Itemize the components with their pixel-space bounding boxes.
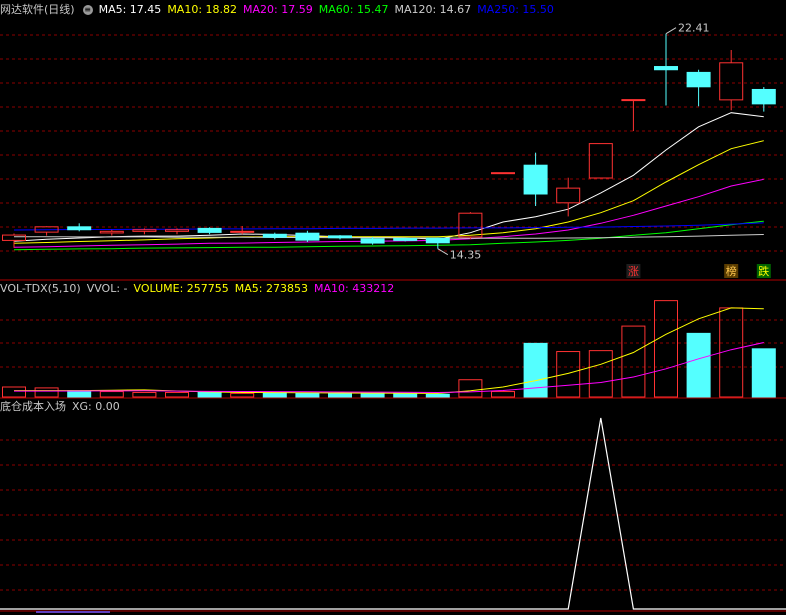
stock-chart[interactable]: 22.41 14.35 涨 榜 跌 — [0, 0, 786, 615]
high-price-label: 22.41 — [678, 22, 710, 35]
volume-legend: VVOL: - VOLUME: 257755 MA5: 273853 MA10: 43… — [87, 282, 401, 295]
ind-legend-xg: XG: 0.00 — [72, 400, 120, 413]
candle-body — [425, 237, 450, 244]
circle-menu-icon[interactable]: ≡ — [82, 5, 93, 15]
indicator-title[interactable]: 底仓成本入场 — [0, 400, 66, 413]
volume-bar — [686, 332, 711, 398]
vol-legend-ma10: MA10: 433212 — [314, 282, 395, 295]
candle-body — [686, 71, 711, 88]
legend-ma5: MA5: 17.45 — [98, 3, 162, 16]
candle-body — [197, 227, 222, 233]
vol-legend-vvol: VVOL: - — [86, 282, 128, 295]
signal-marker-text: 榜 — [726, 264, 737, 278]
xg-signal-line — [0, 417, 786, 610]
volume-bar — [67, 390, 92, 398]
candle-body — [99, 230, 124, 234]
ma-legend: MA5: 17.45 MA10: 18.82 MA20: 17.59 MA60: 15… — [99, 3, 560, 16]
volume-bar — [165, 391, 189, 398]
indicator-panel-header: 底仓成本入场 XG: 0.00 — [0, 399, 132, 415]
volume-ma5-line — [14, 307, 764, 394]
signal-marker-text: 涨 — [628, 265, 639, 278]
candle-body — [132, 229, 157, 232]
indicator-legend: XG: 0.00 — [72, 400, 126, 413]
legend-ma20: MA20: 17.59 — [243, 3, 313, 16]
candle-body — [230, 230, 255, 233]
price-panel-header: 网达软件(日线) ≡ MA5: 17.45 MA10: 18.82 MA20: 17.5… — [0, 2, 566, 18]
volume-bar — [34, 387, 59, 398]
candle-body — [458, 212, 483, 238]
high-pointer — [665, 27, 677, 35]
volume-bar — [425, 393, 450, 398]
volume-bar — [751, 348, 776, 398]
candle-body — [360, 238, 385, 244]
candle-body — [654, 66, 678, 71]
volume-bar — [458, 379, 483, 398]
candle-body — [262, 233, 287, 238]
candle-body — [523, 164, 548, 195]
volume-bar — [99, 391, 124, 398]
volume-bar — [360, 392, 385, 398]
candle-body — [588, 143, 613, 179]
volume-bar — [230, 392, 255, 398]
volume-bar — [328, 392, 352, 398]
legend-ma250: MA250: 15.50 — [477, 3, 554, 16]
volume-bar — [491, 391, 515, 398]
candle-body — [328, 235, 352, 239]
volume-bar — [295, 392, 320, 398]
signal-marker-text: 跌 — [758, 264, 769, 278]
candle-body — [2, 234, 26, 241]
candle-body — [165, 229, 189, 232]
legend-ma10: MA10: 18.82 — [167, 3, 238, 16]
ma-line-ma250 — [13, 222, 764, 231]
volume-bar — [393, 392, 418, 398]
candle-body — [67, 226, 92, 231]
vol-legend-volume: VOLUME: 257755 — [133, 282, 229, 295]
volume-bar — [132, 391, 157, 398]
low-price-label: 14.35 — [450, 249, 482, 262]
candle-body — [621, 99, 646, 102]
candle-body — [556, 187, 581, 204]
volume-bar — [588, 350, 613, 398]
volume-bar — [556, 351, 581, 398]
candle-body — [751, 88, 776, 105]
volume-bar — [621, 325, 646, 398]
low-pointer — [437, 248, 449, 256]
legend-ma120: MA120: 14.67 — [394, 3, 472, 16]
volume-panel-header: VOL-TDX(5,10) VVOL: - VOLUME: 257755 MA5: 2… — [0, 281, 406, 297]
volume-title[interactable]: VOL-TDX(5,10) — [0, 282, 81, 295]
stock-title[interactable]: 网达软件(日线) — [0, 3, 75, 16]
vol-legend-ma5: MA5: 273853 — [234, 282, 308, 295]
candle-body — [295, 232, 320, 241]
volume-bar — [654, 300, 678, 398]
candle-body — [719, 62, 744, 101]
candle-body — [491, 172, 515, 175]
volume-bar — [2, 386, 26, 398]
volume-bar — [197, 391, 222, 398]
ma-line-ma5 — [13, 112, 764, 242]
candle-body — [393, 238, 418, 241]
legend-ma60: MA60: 15.47 — [318, 3, 389, 16]
